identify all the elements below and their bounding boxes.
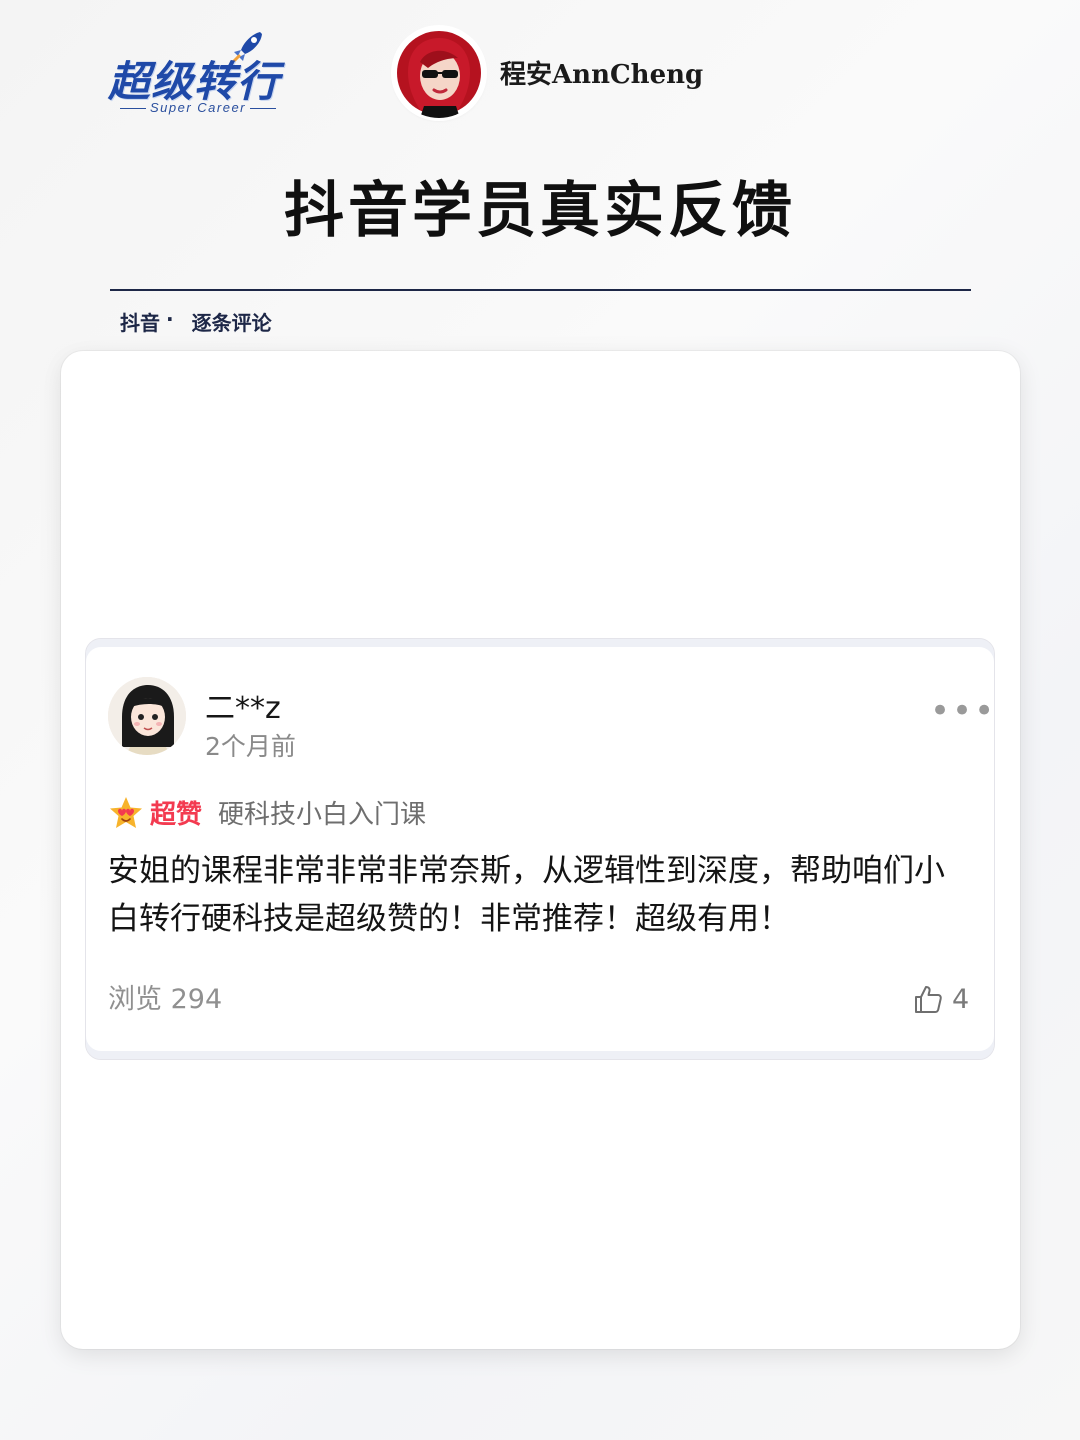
like-button[interactable]: 4 bbox=[912, 983, 969, 1015]
like-count: 4 bbox=[952, 983, 970, 1015]
commenter-avatar[interactable] bbox=[108, 677, 186, 755]
comment-card: 二**z 2个月前 ••• 超赞 硬科技小白入门课 安姐的课程非常非常非常奈斯，… bbox=[85, 638, 995, 1060]
crumb-separator: · bbox=[166, 307, 174, 331]
brand-name-en: Super Career bbox=[108, 100, 288, 115]
comment-body: 安姐的课程非常非常非常奈斯，从逻辑性到深度，帮助咱们小白转行硬科技是超级赞的！非… bbox=[108, 853, 945, 937]
rating-tag: 超赞 硬科技小白入门课 bbox=[108, 794, 426, 831]
star-heart-eyes-icon bbox=[110, 796, 142, 828]
breadcrumb: 抖音 · 逐条评论 bbox=[120, 307, 272, 336]
commenter-username[interactable]: 二**z bbox=[205, 683, 281, 727]
badge-label: 超赞 bbox=[150, 800, 203, 830]
author-avatar bbox=[394, 28, 484, 118]
page-title: 抖音学员真实反馈 bbox=[284, 176, 796, 246]
brand-logo: 超级转行 Super Career bbox=[108, 28, 298, 120]
author-name: 程安AnnCheng bbox=[500, 60, 704, 90]
thumbs-up-icon bbox=[915, 986, 942, 1013]
more-icon[interactable]: ••• bbox=[930, 694, 996, 728]
view-count: 浏览 294 bbox=[108, 984, 223, 1015]
comment-timestamp: 2个月前 bbox=[205, 732, 296, 761]
crumb-platform: 抖音 bbox=[120, 311, 160, 335]
divider bbox=[110, 289, 971, 291]
course-name[interactable]: 硬科技小白入门课 bbox=[218, 794, 426, 831]
crumb-section: 逐条评论 bbox=[191, 311, 272, 335]
